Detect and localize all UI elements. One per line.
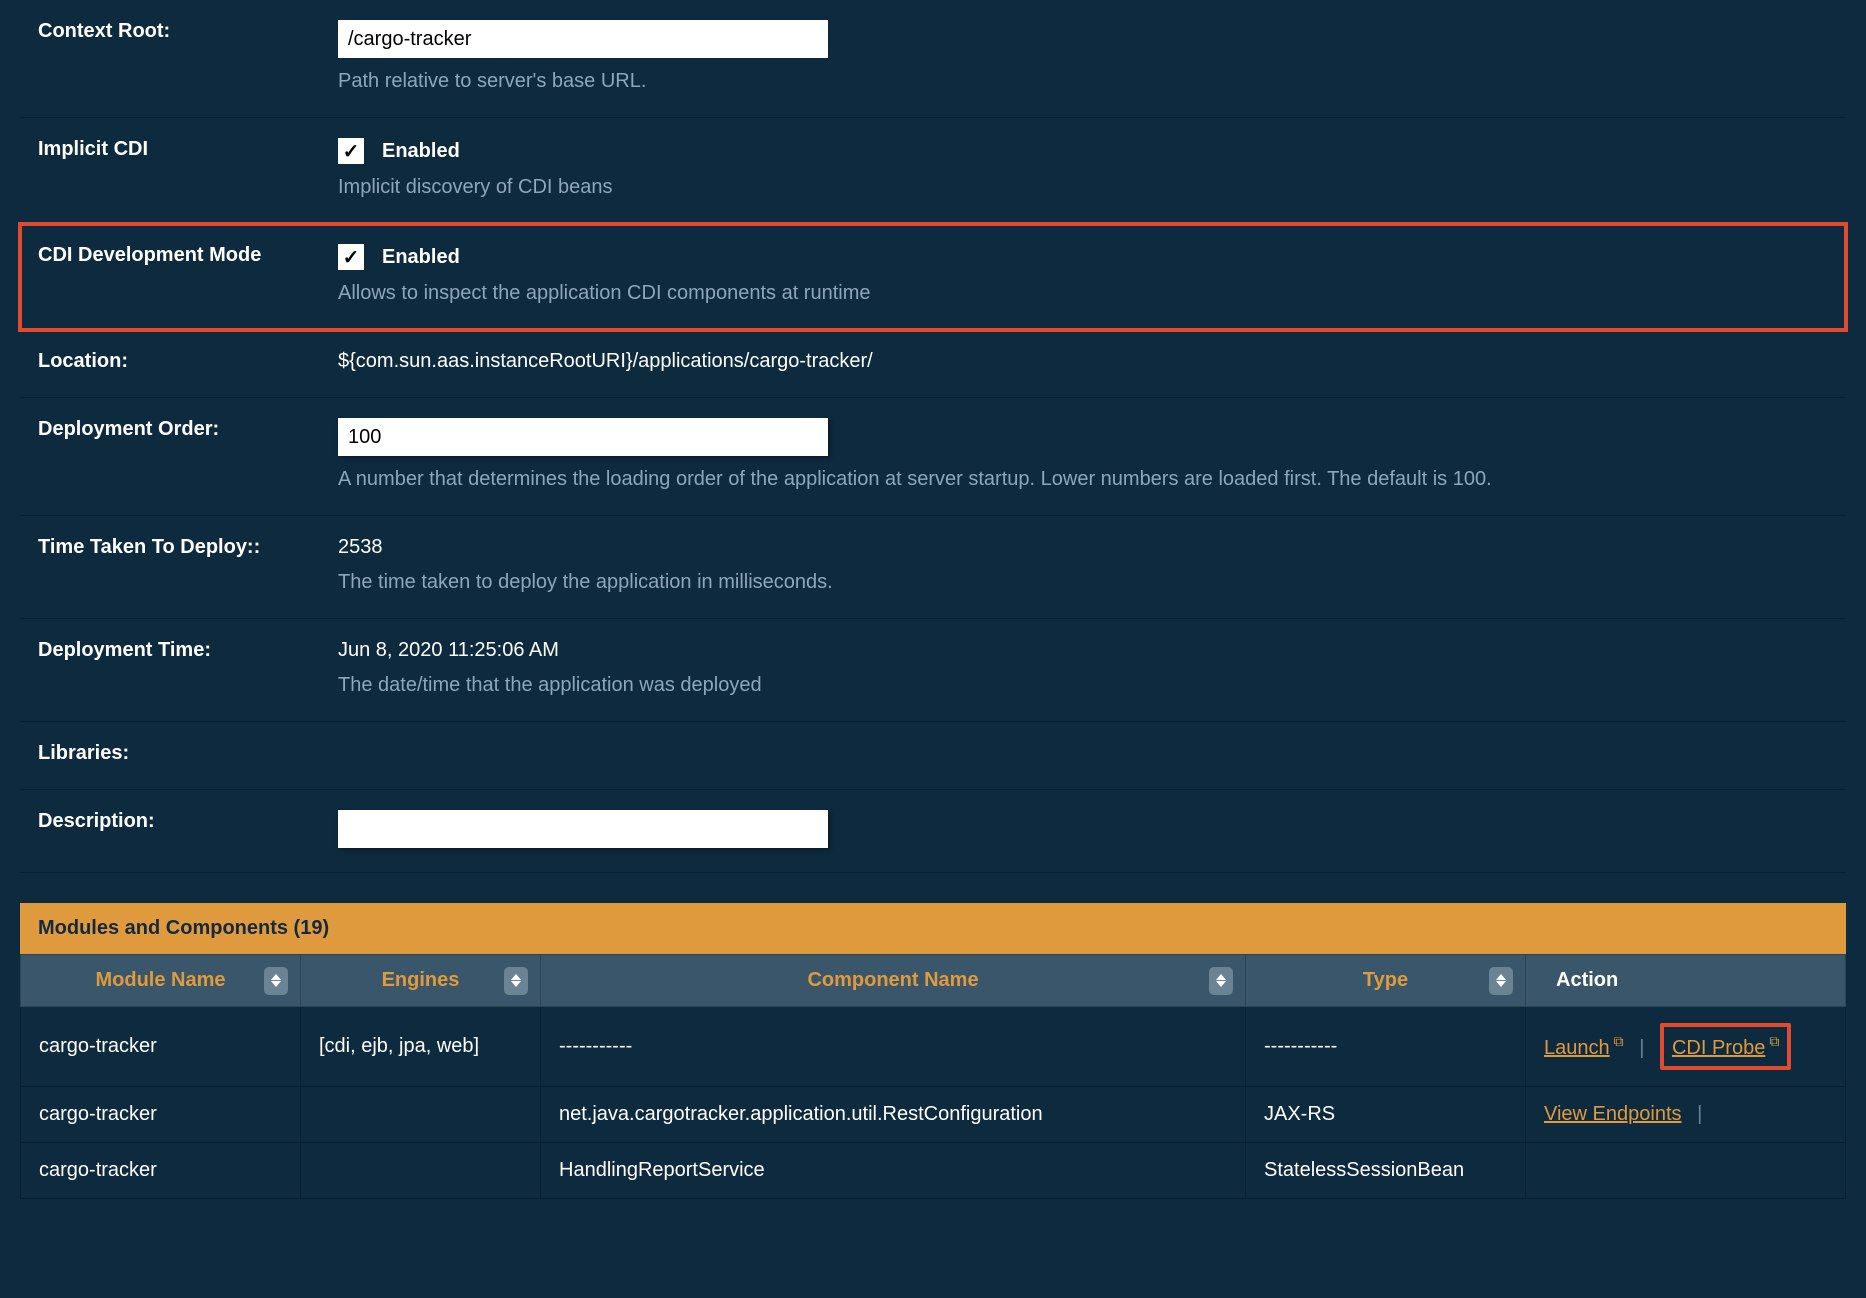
time-taken-hint: The time taken to deploy the application… bbox=[338, 571, 1828, 594]
cell-module: cargo-tracker bbox=[21, 1086, 301, 1142]
deployment-time-value: Jun 8, 2020 11:25:06 AM bbox=[338, 639, 1828, 662]
table-row: cargo-tracker net.java.cargotracker.appl… bbox=[21, 1086, 1846, 1142]
sort-icon[interactable] bbox=[264, 967, 288, 995]
cell-type: ----------- bbox=[1246, 1007, 1526, 1087]
location-value: ${com.sun.aas.instanceRootURI}/applicati… bbox=[320, 330, 1846, 398]
cell-engines bbox=[301, 1086, 541, 1142]
cell-action: View Endpoints | bbox=[1526, 1086, 1846, 1142]
cell-module: cargo-tracker bbox=[21, 1142, 301, 1198]
row-deployment-time: Deployment Time: Jun 8, 2020 11:25:06 AM… bbox=[20, 619, 1846, 722]
cell-type: JAX-RS bbox=[1246, 1086, 1526, 1142]
deployment-order-input[interactable] bbox=[338, 418, 828, 456]
cell-module: cargo-tracker bbox=[21, 1007, 301, 1087]
cell-engines bbox=[301, 1142, 541, 1198]
launch-link[interactable]: Launch⧉ bbox=[1544, 1037, 1624, 1059]
col-header-component[interactable]: Component Name bbox=[541, 955, 1246, 1007]
label-deployment-time: Deployment Time: bbox=[20, 619, 320, 722]
label-deployment-order: Deployment Order: bbox=[20, 398, 320, 516]
modules-table: Module Name Engines Component Name Type … bbox=[20, 954, 1846, 1199]
app-properties-form: Context Root: Path relative to server's … bbox=[20, 0, 1846, 873]
col-header-module[interactable]: Module Name bbox=[21, 955, 301, 1007]
label-time-taken: Time Taken To Deploy:: bbox=[20, 516, 320, 619]
row-implicit-cdi: Implicit CDI ✓ Enabled Implicit discover… bbox=[20, 118, 1846, 224]
cell-component: net.java.cargotracker.application.util.R… bbox=[541, 1086, 1246, 1142]
label-context-root: Context Root: bbox=[20, 0, 320, 118]
implicit-cdi-checkbox[interactable]: ✓ bbox=[338, 138, 364, 164]
description-input[interactable] bbox=[338, 810, 828, 848]
cdi-dev-mode-checkbox[interactable]: ✓ bbox=[338, 244, 364, 270]
implicit-cdi-hint: Implicit discovery of CDI beans bbox=[338, 176, 1828, 199]
external-link-icon: ⧉ bbox=[1614, 1033, 1624, 1050]
table-row: cargo-tracker [cdi, ejb, jpa, web] -----… bbox=[21, 1007, 1846, 1087]
deployment-time-hint: The date/time that the application was d… bbox=[338, 674, 1828, 697]
action-separator: | bbox=[1697, 1103, 1702, 1125]
libraries-value bbox=[320, 722, 1846, 790]
label-libraries: Libraries: bbox=[20, 722, 320, 790]
label-cdi-dev-mode: CDI Development Mode bbox=[20, 224, 320, 330]
action-separator: | bbox=[1639, 1037, 1644, 1059]
cell-type: StatelessSessionBean bbox=[1246, 1142, 1526, 1198]
cdi-dev-mode-hint: Allows to inspect the application CDI co… bbox=[338, 282, 1828, 305]
time-taken-value: 2538 bbox=[338, 536, 1828, 559]
cdi-probe-highlight: CDI Probe⧉ bbox=[1660, 1023, 1791, 1070]
row-deployment-order: Deployment Order: A number that determin… bbox=[20, 398, 1846, 516]
cell-action bbox=[1526, 1142, 1846, 1198]
col-header-type[interactable]: Type bbox=[1246, 955, 1526, 1007]
deployment-order-hint: A number that determines the loading ord… bbox=[338, 468, 1828, 491]
context-root-hint: Path relative to server's base URL. bbox=[338, 70, 1828, 93]
col-header-engines[interactable]: Engines bbox=[301, 955, 541, 1007]
row-time-taken: Time Taken To Deploy:: 2538 The time tak… bbox=[20, 516, 1846, 619]
row-libraries: Libraries: bbox=[20, 722, 1846, 790]
cdi-probe-link[interactable]: CDI Probe⧉ bbox=[1672, 1037, 1779, 1059]
implicit-cdi-check-label: Enabled bbox=[382, 140, 460, 163]
row-location: Location: ${com.sun.aas.instanceRootURI}… bbox=[20, 330, 1846, 398]
cell-engines: [cdi, ejb, jpa, web] bbox=[301, 1007, 541, 1087]
col-header-action: Action bbox=[1526, 955, 1846, 1007]
row-cdi-dev-mode: CDI Development Mode ✓ Enabled Allows to… bbox=[20, 224, 1846, 330]
context-root-input[interactable] bbox=[338, 20, 828, 58]
cell-component: ----------- bbox=[541, 1007, 1246, 1087]
table-row: cargo-tracker HandlingReportService Stat… bbox=[21, 1142, 1846, 1198]
modules-section-header: Modules and Components (19) bbox=[20, 903, 1846, 954]
sort-icon[interactable] bbox=[1489, 967, 1513, 995]
label-description: Description: bbox=[20, 790, 320, 873]
cdi-dev-mode-check-label: Enabled bbox=[382, 246, 460, 269]
row-context-root: Context Root: Path relative to server's … bbox=[20, 0, 1846, 118]
sort-icon[interactable] bbox=[1209, 967, 1233, 995]
view-endpoints-link[interactable]: View Endpoints bbox=[1544, 1103, 1682, 1125]
label-location: Location: bbox=[20, 330, 320, 398]
cell-component: HandlingReportService bbox=[541, 1142, 1246, 1198]
label-implicit-cdi: Implicit CDI bbox=[20, 118, 320, 224]
external-link-icon: ⧉ bbox=[1769, 1033, 1779, 1050]
row-description: Description: bbox=[20, 790, 1846, 873]
cell-action: Launch⧉ | CDI Probe⧉ bbox=[1526, 1007, 1846, 1087]
sort-icon[interactable] bbox=[504, 967, 528, 995]
